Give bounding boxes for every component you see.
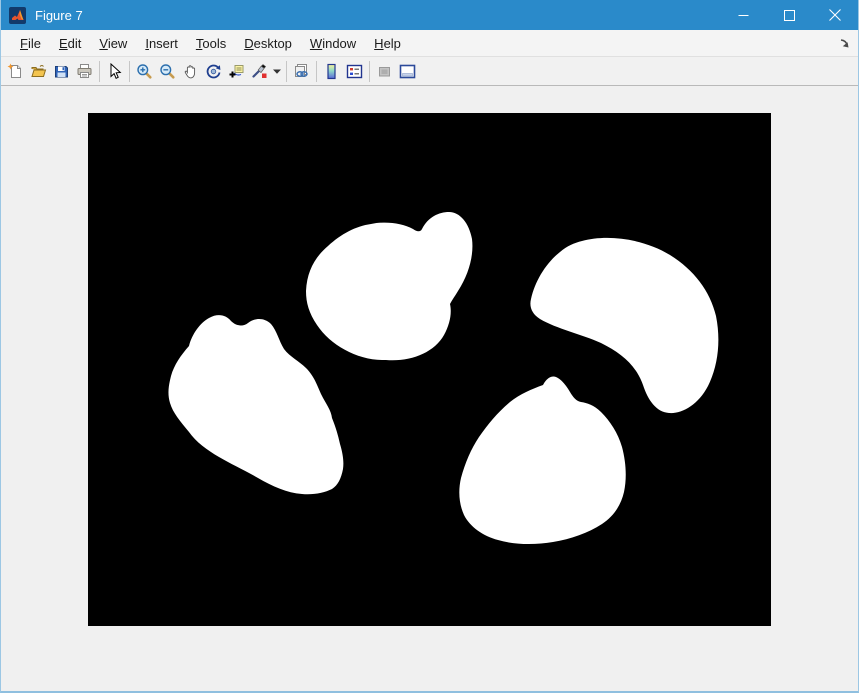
insert-legend-button[interactable] xyxy=(343,59,366,83)
zoom-out-icon xyxy=(159,63,176,80)
zoom-in-icon xyxy=(136,63,153,80)
toolbar-separator xyxy=(369,61,370,82)
save-figure-button[interactable] xyxy=(50,59,73,83)
close-button[interactable] xyxy=(812,0,858,30)
close-icon xyxy=(829,9,841,21)
new-figure-icon xyxy=(7,63,24,80)
binary-blob-mask xyxy=(88,113,771,626)
insert-colorbar-icon xyxy=(323,63,340,80)
maximize-icon xyxy=(784,10,795,21)
chevron-down-icon xyxy=(273,69,281,74)
open-file-button[interactable] xyxy=(27,59,50,83)
binary-image xyxy=(88,113,771,626)
blob-top-center xyxy=(306,212,472,360)
menu-tools[interactable]: Tools xyxy=(187,33,235,54)
edit-plot-button[interactable] xyxy=(103,59,126,83)
link-plot-button[interactable] xyxy=(290,59,313,83)
menu-file[interactable]: File xyxy=(11,33,50,54)
menu-view[interactable]: View xyxy=(90,33,136,54)
maximize-button[interactable] xyxy=(766,0,812,30)
rotate-3d-icon xyxy=(205,63,222,80)
rotate-3d-button[interactable] xyxy=(202,59,225,83)
matlab-logo-icon xyxy=(9,7,26,24)
toolbar-separator xyxy=(286,61,287,82)
pan-hand-icon xyxy=(182,63,199,80)
title-bar: Figure 7 xyxy=(1,0,858,30)
toolbar-separator xyxy=(316,61,317,82)
zoom-out-button[interactable] xyxy=(156,59,179,83)
dock-figure-icon[interactable] xyxy=(837,36,851,50)
save-figure-icon xyxy=(53,63,70,80)
data-cursor-button[interactable] xyxy=(225,59,248,83)
print-figure-button[interactable] xyxy=(73,59,96,83)
brush-data-button[interactable] xyxy=(248,59,271,83)
zoom-in-button[interactable] xyxy=(133,59,156,83)
menu-bar: File Edit View Insert Tools Desktop Wind… xyxy=(1,30,858,57)
window-title: Figure 7 xyxy=(35,8,720,23)
pan-button[interactable] xyxy=(179,59,202,83)
hide-plot-tools-button[interactable] xyxy=(373,59,396,83)
toolbar-separator xyxy=(99,61,100,82)
new-figure-button[interactable] xyxy=(4,59,27,83)
figure-canvas xyxy=(1,86,858,691)
toolbar-separator xyxy=(129,61,130,82)
data-cursor-icon xyxy=(228,63,245,80)
print-figure-icon xyxy=(76,63,93,80)
blob-bottom-center xyxy=(459,376,625,544)
minimize-icon xyxy=(738,10,749,21)
show-plot-tools-dock-button[interactable] xyxy=(396,59,419,83)
brush-dropdown-button[interactable] xyxy=(271,59,283,83)
insert-colorbar-button[interactable] xyxy=(320,59,343,83)
insert-legend-icon xyxy=(346,63,363,80)
link-plot-icon xyxy=(293,63,310,80)
edit-plot-cursor-icon xyxy=(106,63,123,80)
menu-help[interactable]: Help xyxy=(365,33,410,54)
menu-insert[interactable]: Insert xyxy=(136,33,187,54)
minimize-button[interactable] xyxy=(720,0,766,30)
hide-plot-tools-icon xyxy=(376,63,393,80)
menu-window[interactable]: Window xyxy=(301,33,365,54)
menu-edit[interactable]: Edit xyxy=(50,33,90,54)
menu-desktop[interactable]: Desktop xyxy=(235,33,301,54)
figure-window: Figure 7 File Edit View Insert Tools Des… xyxy=(0,0,859,693)
open-file-icon xyxy=(30,63,47,80)
show-plot-tools-dock-icon xyxy=(399,63,416,80)
blob-left-lumpy xyxy=(168,315,343,494)
toolbar xyxy=(1,57,858,86)
brush-data-icon xyxy=(251,63,268,80)
